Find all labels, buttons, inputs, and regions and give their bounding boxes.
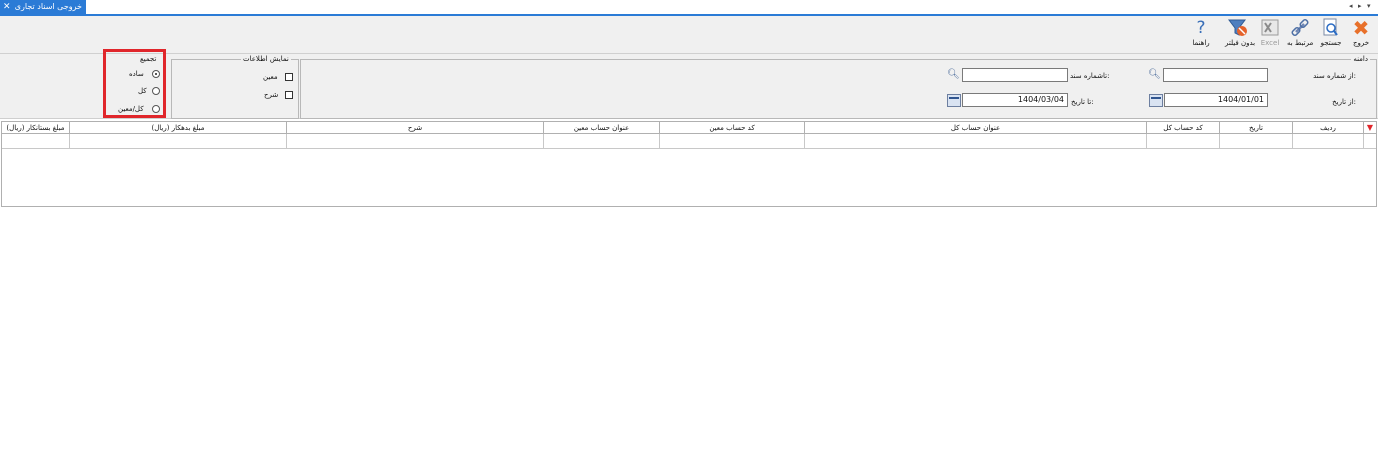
to-doc-input[interactable] <box>962 68 1068 82</box>
filter-row-cell[interactable] <box>1219 134 1292 149</box>
col-header-moein-title[interactable]: عنوان حساب معین <box>543 122 659 134</box>
sharh-checkbox[interactable] <box>285 91 293 99</box>
from-doc-input[interactable] <box>1163 68 1268 82</box>
to-date-label: تا تاریخ: <box>1071 98 1094 106</box>
tab-close-icon[interactable]: ✕ <box>3 0 11 14</box>
grid-filter-icon[interactable]: ▼ <box>1363 122 1376 134</box>
col-header-row[interactable]: ردیف <box>1292 122 1363 134</box>
to-date-calendar-icon[interactable] <box>947 94 961 107</box>
help-button[interactable]: ? راهنما <box>1188 18 1214 47</box>
toolbar: ✖ خروج جستجو مرتبط به Excel بدون فیلتر ?… <box>0 16 1378 54</box>
col-header-kol-title[interactable]: عنوان حساب کل <box>804 122 1146 134</box>
filter-row-cell[interactable] <box>804 134 1146 149</box>
tab-active[interactable]: ✕ خروجی اسناد تجاری <box>0 0 86 14</box>
from-date-input[interactable]: 1404/01/01 <box>1164 93 1268 107</box>
filter-row-cell[interactable] <box>69 134 286 149</box>
moein-label: معین <box>263 73 278 81</box>
excel-button[interactable]: Excel <box>1257 18 1283 47</box>
tab-menu-icon[interactable]: ▾ <box>1367 2 1371 10</box>
display-group: نمایش اطلاعات معین شرح <box>171 55 299 119</box>
from-date-label: از تاریخ: <box>1332 98 1356 106</box>
filter-row-cell[interactable] <box>659 134 804 149</box>
to-date-input[interactable]: 1404/03/04 <box>962 93 1068 107</box>
tab-prev-icon[interactable]: ◂ <box>1349 2 1353 10</box>
filter-row-cell[interactable] <box>1363 134 1376 149</box>
excel-icon <box>1257 18 1283 38</box>
col-header-debit[interactable]: مبلغ بدهکار (ریال) <box>69 122 286 134</box>
display-group-title: نمایش اطلاعات <box>241 55 291 63</box>
exit-button[interactable]: ✖ خروج <box>1348 18 1374 47</box>
to-doc-search-icon[interactable]: 🔍︎ <box>946 68 961 82</box>
tab-title: خروجی اسناد تجاری <box>14 2 82 11</box>
col-header-kol-code[interactable]: کد حساب کل <box>1146 122 1219 134</box>
help-icon: ? <box>1196 18 1206 38</box>
from-doc-label: از شماره سند: <box>1313 72 1356 80</box>
col-header-date[interactable]: تاریخ <box>1219 122 1292 134</box>
from-doc-search-icon[interactable]: 🔍︎ <box>1147 68 1162 82</box>
col-header-description[interactable]: شرح <box>286 122 543 134</box>
range-group: دامنه از شماره سند: 🔍︎ تاشماره سند: 🔍︎ ا… <box>300 55 1377 119</box>
filter-row-cell[interactable] <box>286 134 543 149</box>
filter-row-cell[interactable] <box>543 134 659 149</box>
data-grid: ▼ ردیف تاریخ کد حساب کل عنوان حساب کل کد… <box>1 121 1377 207</box>
filter-row-cell[interactable] <box>1146 134 1219 149</box>
search-icon <box>1318 18 1344 38</box>
filter-row-cell[interactable] <box>1292 134 1363 149</box>
col-header-moein-code[interactable]: کد حساب معین <box>659 122 804 134</box>
link-icon <box>1287 18 1313 38</box>
from-date-calendar-icon[interactable] <box>1149 94 1163 107</box>
filter-row-cell[interactable] <box>2 134 69 149</box>
moein-checkbox[interactable] <box>285 73 293 81</box>
to-doc-label: تاشماره سند: <box>1070 72 1110 80</box>
search-button[interactable]: جستجو <box>1318 18 1344 47</box>
filter-panel: دامنه از شماره سند: 🔍︎ تاشماره سند: 🔍︎ ا… <box>0 54 1378 119</box>
sharh-label: شرح <box>264 91 279 99</box>
col-header-credit[interactable]: مبلغ بستانکار (ریال) <box>2 122 69 134</box>
tab-next-icon[interactable]: ▸ <box>1358 2 1362 10</box>
no-filter-button[interactable]: بدون فیلتر <box>1225 18 1255 47</box>
tab-bar: ✕ خروجی اسناد تجاری ◂ ▸ ▾ <box>0 0 1378 16</box>
range-group-title: دامنه <box>1351 55 1370 63</box>
highlight-box <box>103 49 166 118</box>
filter-off-icon <box>1225 18 1251 38</box>
close-icon: ✖ <box>1352 16 1370 40</box>
related-button[interactable]: مرتبط به <box>1287 18 1313 47</box>
